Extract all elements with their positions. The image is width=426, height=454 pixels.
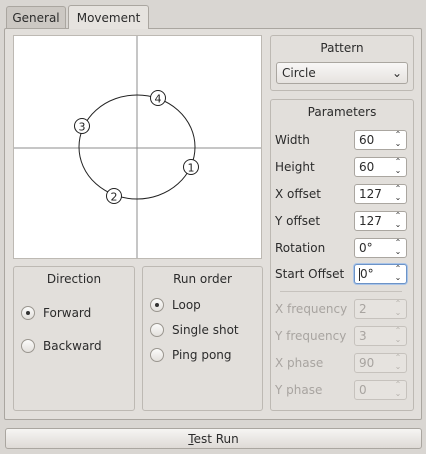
run-order-single-shot-radio[interactable]: Single shot xyxy=(150,323,239,337)
x-frequency-label: X frequency xyxy=(275,302,348,316)
run-order-group: Run order xyxy=(142,266,263,411)
test-run-button[interactable]: Test Run xyxy=(5,428,422,449)
y-frequency-value: 3 xyxy=(359,329,367,343)
marker-2: 2 xyxy=(106,188,122,204)
direction-backward-radio[interactable]: Backward xyxy=(21,339,102,353)
run-order-ping-pong-label: Ping pong xyxy=(172,348,232,362)
tab-general-label: General xyxy=(12,10,60,25)
y-frequency-label: Y frequency xyxy=(275,329,347,343)
y-offset-spinbox[interactable]: 127 ⌃ ⌄ xyxy=(354,211,407,231)
direction-backward-label: Backward xyxy=(43,339,102,353)
radio-checked-icon xyxy=(150,298,164,312)
width-value: 60 xyxy=(359,133,375,147)
tab-movement-label: Movement xyxy=(76,10,141,25)
direction-forward-radio[interactable]: Forward xyxy=(21,306,91,320)
x-phase-value: 90 xyxy=(359,356,375,370)
x-phase-label: X phase xyxy=(275,356,324,370)
rotation-value: 0° xyxy=(359,241,373,255)
x-frequency-value: 2 xyxy=(359,302,367,316)
y-offset-value: 127 xyxy=(359,214,382,228)
radio-checked-icon xyxy=(21,306,35,320)
svg-text:4: 4 xyxy=(155,93,162,106)
spin-arrows-icon[interactable]: ⌃ ⌄ xyxy=(393,130,403,150)
x-offset-spinbox[interactable]: 127 ⌃ ⌄ xyxy=(354,184,407,204)
spin-arrows-icon: ⌃ ⌄ xyxy=(394,299,402,317)
spin-arrows-icon[interactable]: ⌃ ⌄ xyxy=(393,211,403,231)
rotation-spinbox[interactable]: 0° ⌃ ⌄ xyxy=(354,238,407,258)
parameters-title: Parameters xyxy=(307,105,377,119)
start-offset-spinbox[interactable]: 0° ⌃ ⌄ xyxy=(354,264,407,284)
run-order-single-shot-label: Single shot xyxy=(172,323,239,337)
run-order-title: Run order xyxy=(173,272,232,286)
marker-3: 3 xyxy=(74,118,90,134)
run-order-ping-pong-radio[interactable]: Ping pong xyxy=(150,348,232,362)
radio-unchecked-icon xyxy=(21,339,35,353)
x-phase-spinbox[interactable]: 90 ⌃ ⌄ xyxy=(354,353,407,373)
height-label: Height xyxy=(275,160,315,174)
width-label: Width xyxy=(275,133,310,147)
parameters-separator xyxy=(280,291,402,292)
direction-title: Direction xyxy=(46,272,102,286)
radio-unchecked-icon xyxy=(150,348,164,362)
rotation-label: Rotation xyxy=(275,241,326,255)
spin-arrows-icon: ⌃ ⌄ xyxy=(394,353,402,371)
run-order-loop-radio[interactable]: Loop xyxy=(150,298,201,312)
height-spinbox[interactable]: 60 ⌃ ⌄ xyxy=(354,157,407,177)
spin-arrows-icon[interactable]: ⌃ ⌄ xyxy=(393,264,403,284)
direction-forward-label: Forward xyxy=(43,306,92,320)
marker-1: 1 xyxy=(183,159,199,175)
test-run-label: Test Run xyxy=(188,431,239,446)
height-value: 60 xyxy=(359,160,375,174)
svg-text:3: 3 xyxy=(79,121,86,134)
path-preview-svg: 1 2 3 4 xyxy=(14,36,261,258)
y-phase-value: 0 xyxy=(359,383,367,397)
pattern-select[interactable]: Circle ⌄ xyxy=(276,62,408,84)
x-offset-value: 127 xyxy=(359,187,382,201)
radio-unchecked-icon xyxy=(150,323,164,337)
spin-arrows-icon: ⌃ ⌄ xyxy=(394,326,402,344)
start-offset-value: 0° xyxy=(359,267,374,281)
svg-text:1: 1 xyxy=(188,162,195,175)
spin-arrows-icon[interactable]: ⌃ ⌄ xyxy=(393,157,403,177)
spin-arrows-icon[interactable]: ⌃ ⌄ xyxy=(393,238,403,258)
tab-movement[interactable]: Movement xyxy=(68,5,149,29)
start-offset-label: Start Offset xyxy=(275,267,345,281)
pattern-select-value: Circle xyxy=(282,66,316,80)
x-offset-label: X offset xyxy=(275,187,321,201)
y-phase-label: Y phase xyxy=(275,383,323,397)
spin-arrows-icon[interactable]: ⌃ ⌄ xyxy=(393,184,403,204)
chevron-down-icon: ⌄ xyxy=(391,66,402,80)
tab-general[interactable]: General xyxy=(6,6,66,28)
y-frequency-spinbox[interactable]: 3 ⌃ ⌄ xyxy=(354,326,407,346)
spin-arrows-icon: ⌃ ⌄ xyxy=(394,380,402,398)
marker-4: 4 xyxy=(150,90,166,106)
width-spinbox[interactable]: 60 ⌃ ⌄ xyxy=(354,130,407,150)
y-phase-spinbox[interactable]: 0 ⌃ ⌄ xyxy=(354,380,407,400)
x-frequency-spinbox[interactable]: 2 ⌃ ⌄ xyxy=(354,299,407,319)
run-order-loop-label: Loop xyxy=(172,298,201,312)
pattern-title: Pattern xyxy=(320,41,364,55)
y-offset-label: Y offset xyxy=(275,214,321,228)
svg-text:2: 2 xyxy=(111,191,118,204)
path-preview-canvas: 1 2 3 4 xyxy=(13,35,262,259)
